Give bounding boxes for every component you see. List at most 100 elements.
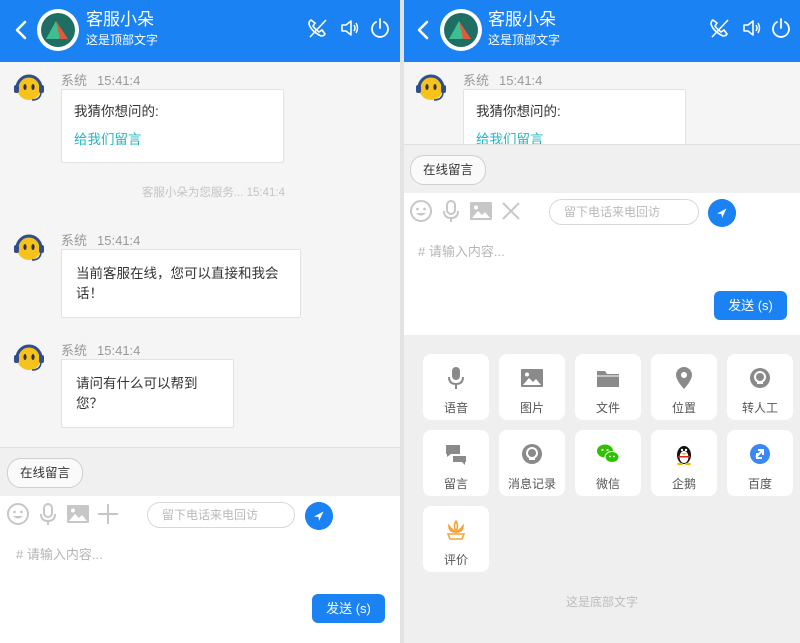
mic-icon[interactable] [36,502,60,526]
online-message-button[interactable]: 在线留言 [7,458,84,488]
image-icon[interactable] [66,502,90,526]
emoji-icon[interactable] [409,199,433,223]
message-text: 请问有什么可以帮到您？ [76,376,198,411]
panel-item-transfer[interactable]: 转人工 [727,354,793,420]
panel-item-label: 语音 [443,401,468,415]
send-button[interactable]: 发送 (s) [312,594,385,623]
panel-item-rating[interactable]: 评价 [423,506,489,572]
sender-name: 系统 [463,73,490,88]
chat-header: 客服小朵 这是顶部文字 [0,0,400,62]
header-subtitle: 这是顶部文字 [488,33,561,47]
panel-item-label: 文件 [595,401,620,415]
power-icon[interactable] [369,17,391,39]
baidu-icon [750,444,770,464]
panel-item-label: 图片 [519,401,544,415]
image-icon [521,369,543,387]
transfer-agent-icon [750,368,770,388]
message-meta: 系统 15:41:4 [61,70,140,89]
sender-name: 系统 [61,343,88,358]
input-area: 留下电话来电回访 # 请输入内容... 发送 (s) [0,496,400,643]
location-icon [676,367,692,389]
back-arrow-icon[interactable] [412,18,434,42]
message-bubble: 请问有什么可以帮到您？ [61,359,234,428]
message-time: 15:41:4 [97,73,141,88]
message-bubble: 我猜你想问的: 给我们留言 [463,89,686,144]
bot-avatar-icon [14,344,44,371]
input-area: 留下电话来电回访 # 请输入内容... 发送 (s) [404,193,800,335]
panel-item-label: 位置 [671,401,696,415]
header-title: 客服小朵 [86,10,154,29]
message-bubble: 当前客服在线，您可以直接和我会话！ [61,249,301,318]
quick-action-bar: 在线留言 [404,144,800,193]
image-icon[interactable] [469,199,493,223]
chat-header: 客服小朵 这是顶部文字 [404,0,800,62]
chat-window-expanded: 客服小朵 这是顶部文字 系统 15:41:4 我猜你想问的: 给我们留言 在线留言… [404,0,800,643]
panel-item-voice[interactable]: 语音 [423,354,489,420]
system-note: 客服小朵为您服务... 15:41:4 [141,187,285,199]
submit-phone-button[interactable] [708,199,736,227]
hangup-phone-icon[interactable] [306,17,328,39]
panel-item-label: 企鹅 [671,477,696,491]
folder-icon [597,371,619,387]
panel-item-label: 微信 [595,477,620,491]
message-bubble: 我猜你想问的: 给我们留言 [61,89,284,163]
emoji-icon[interactable] [6,502,30,526]
message-input[interactable]: # 请输入内容... [16,544,103,563]
panel-item-baidu[interactable]: 百度 [727,430,793,496]
message-time: 15:41:4 [97,233,141,248]
plus-icon[interactable] [96,502,120,526]
bot-avatar-icon [14,234,44,261]
footer-text: 这是底部文字 [565,595,638,609]
speaker-icon[interactable] [339,17,361,39]
sender-name: 系统 [61,73,88,88]
panel-item-image[interactable]: 图片 [499,354,565,420]
panel-item-label: 留言 [443,477,468,491]
panel-item-label: 百度 [747,477,772,491]
hangup-phone-icon[interactable] [708,17,730,39]
panel-item-label: 消息记录 [507,477,556,491]
message-text: 我猜你想问的: [74,104,159,119]
panel-item-file[interactable]: 文件 [575,354,641,420]
panel-item-label: 评价 [443,553,468,567]
message-list: 系统 15:41:4 我猜你想问的: 给我们留言 [404,62,800,144]
message-text: 我猜你想问的: [476,104,561,119]
close-icon[interactable] [499,199,523,223]
message-meta: 系统 15:41:4 [61,340,140,359]
back-arrow-icon[interactable] [10,18,32,42]
header-subtitle: 这是顶部文字 [86,33,159,47]
wechat-icon [597,444,620,463]
mic-icon [448,367,464,389]
speaker-icon[interactable] [741,17,763,39]
power-icon[interactable] [770,17,792,39]
callback-phone-input[interactable]: 留下电话来电回访 [549,199,699,225]
leave-message-link[interactable]: 给我们留言 [476,130,673,144]
panel-item-leave-message[interactable]: 留言 [423,430,489,496]
callback-phone-input[interactable]: 留下电话来电回访 [147,502,295,528]
message-icon [446,445,466,465]
message-input[interactable]: # 请输入内容... [418,241,505,260]
message-time: 15:41:4 [97,343,141,358]
message-text: 当前客服在线，您可以直接和我会话！ [76,266,279,301]
panel-item-location[interactable]: 位置 [651,354,717,420]
panel-item-label: 转人工 [741,401,778,415]
panel-item-qq[interactable]: 企鹅 [651,430,717,496]
history-icon [522,444,542,464]
sender-name: 系统 [61,233,88,248]
message-meta: 系统 15:41:4 [463,70,542,89]
send-button[interactable]: 发送 (s) [714,291,787,320]
agent-logo [37,9,79,51]
panel-item-wechat[interactable]: 微信 [575,430,641,496]
mic-icon[interactable] [439,199,463,223]
online-message-button[interactable]: 在线留言 [410,155,487,185]
panel-item-history[interactable]: 消息记录 [499,430,565,496]
chat-window-default: 客服小朵 这是顶部文字 系统 15:41:4 我猜你想问的: 给我们留言 客服小朵… [0,0,400,643]
submit-phone-button[interactable] [305,502,333,530]
leave-message-link[interactable]: 给我们留言 [74,130,271,150]
message-meta: 系统 15:41:4 [61,230,140,249]
quick-action-bar: 在线留言 [0,447,400,496]
qq-penguin-icon [677,446,691,466]
feature-panel: 语音 图片 文件 位置 转人工 留言 消息记录 微信 企鹅 百度 评价 这是底部… [404,335,800,643]
agent-logo [440,9,482,51]
rating-icon [446,519,466,540]
bot-avatar-icon [416,74,446,101]
